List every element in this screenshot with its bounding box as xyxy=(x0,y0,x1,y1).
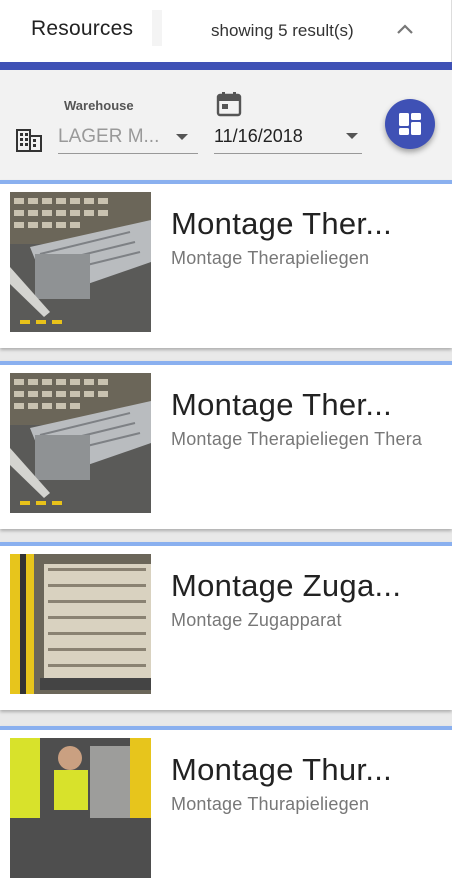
date-value: 11/16/2018 xyxy=(214,126,303,146)
chevron-up-icon[interactable] xyxy=(396,22,414,36)
resource-card[interactable]: Montage Zuga... Montage Zugapparat xyxy=(0,542,452,710)
dropdown-caret-icon xyxy=(346,133,358,139)
card-subtitle: Montage Thurapieliegen xyxy=(171,794,370,814)
result-count: showing 5 result(s) xyxy=(211,21,354,40)
accent-bar xyxy=(0,62,452,70)
card-title: Montage Thur... xyxy=(171,752,393,787)
conveyor-machine-photo xyxy=(10,192,151,332)
card-subtitle: Montage Therapieliegen Thera xyxy=(171,429,423,449)
card-title: Montage Ther... xyxy=(171,206,393,241)
header-divider xyxy=(152,10,162,46)
warehouse-label: Warehouse xyxy=(64,98,134,113)
forklift-operator-photo xyxy=(10,738,151,878)
view-toggle-button[interactable] xyxy=(385,99,435,149)
calendar-icon xyxy=(216,92,242,117)
forklift-pallet-photo xyxy=(10,554,151,694)
card-subtitle: Montage Zugapparat xyxy=(171,610,342,630)
card-title: Montage Ther... xyxy=(171,387,393,422)
date-select[interactable]: 11/16/2018 xyxy=(214,122,362,154)
resources-header: Resources showing 5 result(s) xyxy=(0,0,452,62)
resource-card[interactable]: Montage Thur... Montage Thurapieliegen xyxy=(0,726,452,894)
card-subtitle: Montage Therapieliegen xyxy=(171,248,370,268)
dashboard-icon xyxy=(399,113,421,135)
resource-card[interactable]: Montage Ther... Montage Therapieliegen T… xyxy=(0,361,452,529)
building-icon xyxy=(16,129,42,152)
page-title: Resources xyxy=(31,17,134,40)
card-title: Montage Zuga... xyxy=(171,568,402,603)
dropdown-caret-icon xyxy=(176,134,188,140)
warehouse-select[interactable]: LAGER M... xyxy=(58,122,198,154)
resource-card[interactable]: Montage Ther... Montage Therapieliegen xyxy=(0,180,452,348)
warehouse-value: LAGER M... xyxy=(58,126,160,147)
conveyor-machine-photo xyxy=(10,373,151,513)
